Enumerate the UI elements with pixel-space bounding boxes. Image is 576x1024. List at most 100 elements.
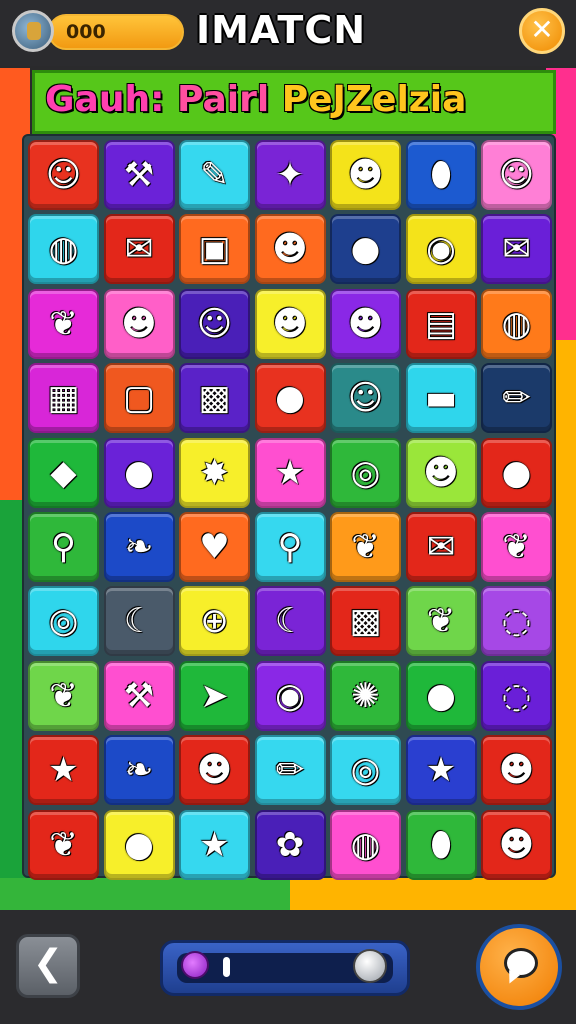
face-icon: ☻ bbox=[272, 303, 308, 344]
slider-handle[interactable] bbox=[223, 957, 230, 977]
tile[interactable]: ◍ bbox=[481, 288, 552, 359]
wand-icon: ⚒ bbox=[123, 675, 155, 716]
tile[interactable]: ⊕ bbox=[179, 586, 250, 657]
tile[interactable]: ▩ bbox=[179, 363, 250, 434]
ghost-icon: ☺ bbox=[498, 155, 535, 195]
hint-button[interactable] bbox=[476, 924, 562, 1010]
marker-icon: ✎ bbox=[200, 155, 229, 195]
tile[interactable]: ❦ bbox=[28, 660, 99, 731]
flower-icon: ✿ bbox=[275, 824, 305, 865]
bubble-icon: ◌ bbox=[501, 601, 532, 642]
tile[interactable]: ● bbox=[481, 437, 552, 508]
tile[interactable]: ● bbox=[330, 214, 401, 285]
tile[interactable]: ● bbox=[405, 660, 477, 731]
tile[interactable]: ☺ bbox=[28, 140, 99, 210]
tile[interactable]: ☻ bbox=[254, 288, 326, 359]
tile[interactable]: ◉ bbox=[254, 660, 326, 731]
tile[interactable]: ◎ bbox=[330, 735, 401, 806]
tile[interactable]: ✦ bbox=[254, 140, 326, 210]
tile[interactable]: ❧ bbox=[103, 511, 175, 582]
tile[interactable]: ☻ bbox=[330, 140, 401, 210]
tile[interactable]: ★ bbox=[28, 735, 99, 806]
close-button[interactable]: ✕ bbox=[519, 8, 565, 54]
tile[interactable]: ★ bbox=[254, 437, 326, 508]
tile[interactable]: ★ bbox=[179, 809, 250, 880]
wand-icon: ⚒ bbox=[123, 155, 155, 195]
face-icon: ☻ bbox=[347, 155, 384, 195]
tile[interactable]: ❦ bbox=[28, 288, 99, 359]
tile[interactable]: ◍ bbox=[330, 809, 401, 880]
cube-icon: ▣ bbox=[198, 229, 231, 270]
tile[interactable]: ▦ bbox=[28, 363, 99, 434]
tile[interactable]: ▤ bbox=[405, 288, 477, 359]
arrow-icon: ➤ bbox=[200, 675, 229, 716]
tile[interactable]: ✏ bbox=[481, 363, 552, 434]
star-icon: ★ bbox=[274, 452, 306, 493]
pumpkin-icon: ☻ bbox=[121, 303, 157, 344]
tile[interactable]: ☺ bbox=[481, 140, 552, 210]
tile[interactable]: ◌ bbox=[481, 586, 552, 657]
tile[interactable]: ❦ bbox=[481, 511, 552, 582]
tile[interactable]: ✎ bbox=[179, 140, 250, 210]
tile[interactable]: ☻ bbox=[254, 214, 326, 285]
tile[interactable]: ☻ bbox=[481, 809, 552, 880]
ball-icon: ◍ bbox=[501, 303, 532, 344]
tile[interactable]: ⬮ bbox=[405, 140, 477, 210]
tile[interactable]: ☾ bbox=[254, 586, 326, 657]
tile[interactable]: ◆ bbox=[28, 437, 99, 508]
tile[interactable]: ✺ bbox=[330, 660, 401, 731]
tile[interactable]: ▣ bbox=[179, 214, 250, 285]
tile[interactable]: ⚒ bbox=[103, 660, 175, 731]
tile[interactable]: ☻ bbox=[179, 735, 250, 806]
tile[interactable]: ☻ bbox=[481, 735, 552, 806]
slider-end-knob-icon[interactable] bbox=[353, 949, 387, 983]
tile[interactable]: ◎ bbox=[28, 586, 99, 657]
tile[interactable]: ☻ bbox=[405, 437, 477, 508]
tile[interactable]: ● bbox=[254, 363, 326, 434]
face-icon: ☺ bbox=[196, 303, 233, 344]
tile[interactable]: ☾ bbox=[103, 586, 175, 657]
tile[interactable]: ◉ bbox=[405, 214, 477, 285]
tile[interactable]: ❦ bbox=[330, 511, 401, 582]
tile[interactable]: ♥ bbox=[179, 511, 250, 582]
backdrop-bottom-left bbox=[0, 878, 290, 910]
tile[interactable]: ▩ bbox=[330, 586, 401, 657]
tile[interactable]: ✉ bbox=[481, 214, 552, 285]
tile[interactable]: ❦ bbox=[405, 586, 477, 657]
tile[interactable]: ❦ bbox=[28, 809, 99, 880]
tile[interactable]: ◌ bbox=[481, 660, 552, 731]
tile[interactable]: ⚲ bbox=[254, 511, 326, 582]
tile[interactable]: ✸ bbox=[179, 437, 250, 508]
player-avatar[interactable] bbox=[12, 10, 54, 52]
face-icon: ☺ bbox=[347, 378, 384, 419]
package-icon: ✉ bbox=[502, 229, 531, 270]
swirl-icon: ◉ bbox=[426, 229, 456, 270]
tile[interactable]: ➤ bbox=[179, 660, 250, 731]
tile[interactable]: ✏ bbox=[254, 735, 326, 806]
tile[interactable]: ✿ bbox=[254, 809, 326, 880]
tile[interactable]: ▢ bbox=[103, 363, 175, 434]
tile[interactable]: ⬮ bbox=[405, 809, 477, 880]
tile[interactable]: ● bbox=[103, 437, 175, 508]
tile[interactable]: ⚒ bbox=[103, 140, 175, 210]
popsicle-icon: ⚲ bbox=[277, 526, 303, 567]
tile[interactable]: ● bbox=[103, 809, 175, 880]
leaf-icon: ❦ bbox=[502, 526, 531, 567]
tile[interactable]: ★ bbox=[405, 735, 477, 806]
tile[interactable]: ❧ bbox=[103, 735, 175, 806]
wheel-icon: ⊕ bbox=[200, 601, 229, 642]
tile[interactable]: ▬ bbox=[405, 363, 477, 434]
tile[interactable]: ◎ bbox=[330, 437, 401, 508]
star-icon: ★ bbox=[199, 824, 230, 865]
progress-slider[interactable] bbox=[160, 940, 410, 996]
tile[interactable]: ☺ bbox=[179, 288, 250, 359]
tile[interactable]: ✉ bbox=[103, 214, 175, 285]
tile[interactable]: ☻ bbox=[103, 288, 175, 359]
tile[interactable]: ☺ bbox=[330, 363, 401, 434]
tile[interactable]: ⚲ bbox=[28, 511, 99, 582]
tile[interactable]: ✉ bbox=[405, 511, 477, 582]
tile[interactable]: ◍ bbox=[28, 214, 99, 285]
tile[interactable]: ☻ bbox=[330, 288, 401, 359]
back-button[interactable]: ❮ bbox=[16, 934, 80, 998]
angry-face-icon: ☻ bbox=[196, 750, 233, 791]
